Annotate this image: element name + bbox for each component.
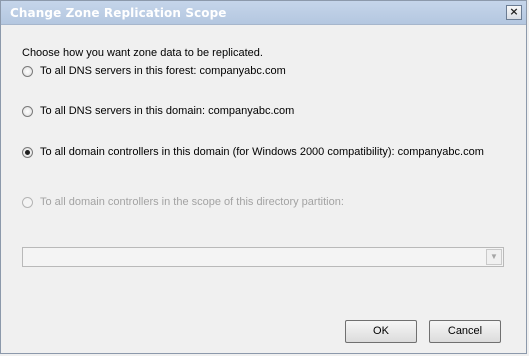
ok-button[interactable]: OK [345, 320, 417, 343]
chevron-down-icon: ▼ [486, 249, 502, 265]
option-domain-label: To all DNS servers in this domain: compa… [40, 105, 295, 117]
option-directory-partition: To all domain controllers in the scope o… [22, 196, 344, 209]
radio-button[interactable] [22, 106, 33, 117]
option-directory-partition-label: To all domain controllers in the scope o… [40, 196, 344, 208]
option-domain[interactable]: To all DNS servers in this domain: compa… [22, 105, 294, 118]
option-forest[interactable]: To all DNS servers in this forest: compa… [22, 65, 286, 78]
option-domain-controllers-label: To all domain controllers in this domain… [40, 146, 484, 158]
instruction-text: Choose how you want zone data to be repl… [22, 47, 263, 59]
option-domain-controllers[interactable]: To all domain controllers in this domain… [22, 146, 495, 159]
dialog-content: Choose how you want zone data to be repl… [1, 25, 526, 353]
radio-button-disabled [22, 197, 33, 208]
title-bar[interactable]: Change Zone Replication Scope × [1, 1, 526, 25]
cancel-button[interactable]: Cancel [429, 320, 501, 343]
dialog-title: Change Zone Replication Scope [10, 6, 227, 20]
close-icon[interactable]: × [506, 5, 522, 20]
directory-partition-combobox: ▼ [22, 247, 504, 267]
radio-button-selected[interactable] [22, 147, 33, 158]
radio-button[interactable] [22, 66, 33, 77]
change-zone-replication-scope-dialog: Change Zone Replication Scope × Choose h… [0, 0, 527, 354]
option-forest-label: To all DNS servers in this forest: compa… [40, 65, 286, 77]
